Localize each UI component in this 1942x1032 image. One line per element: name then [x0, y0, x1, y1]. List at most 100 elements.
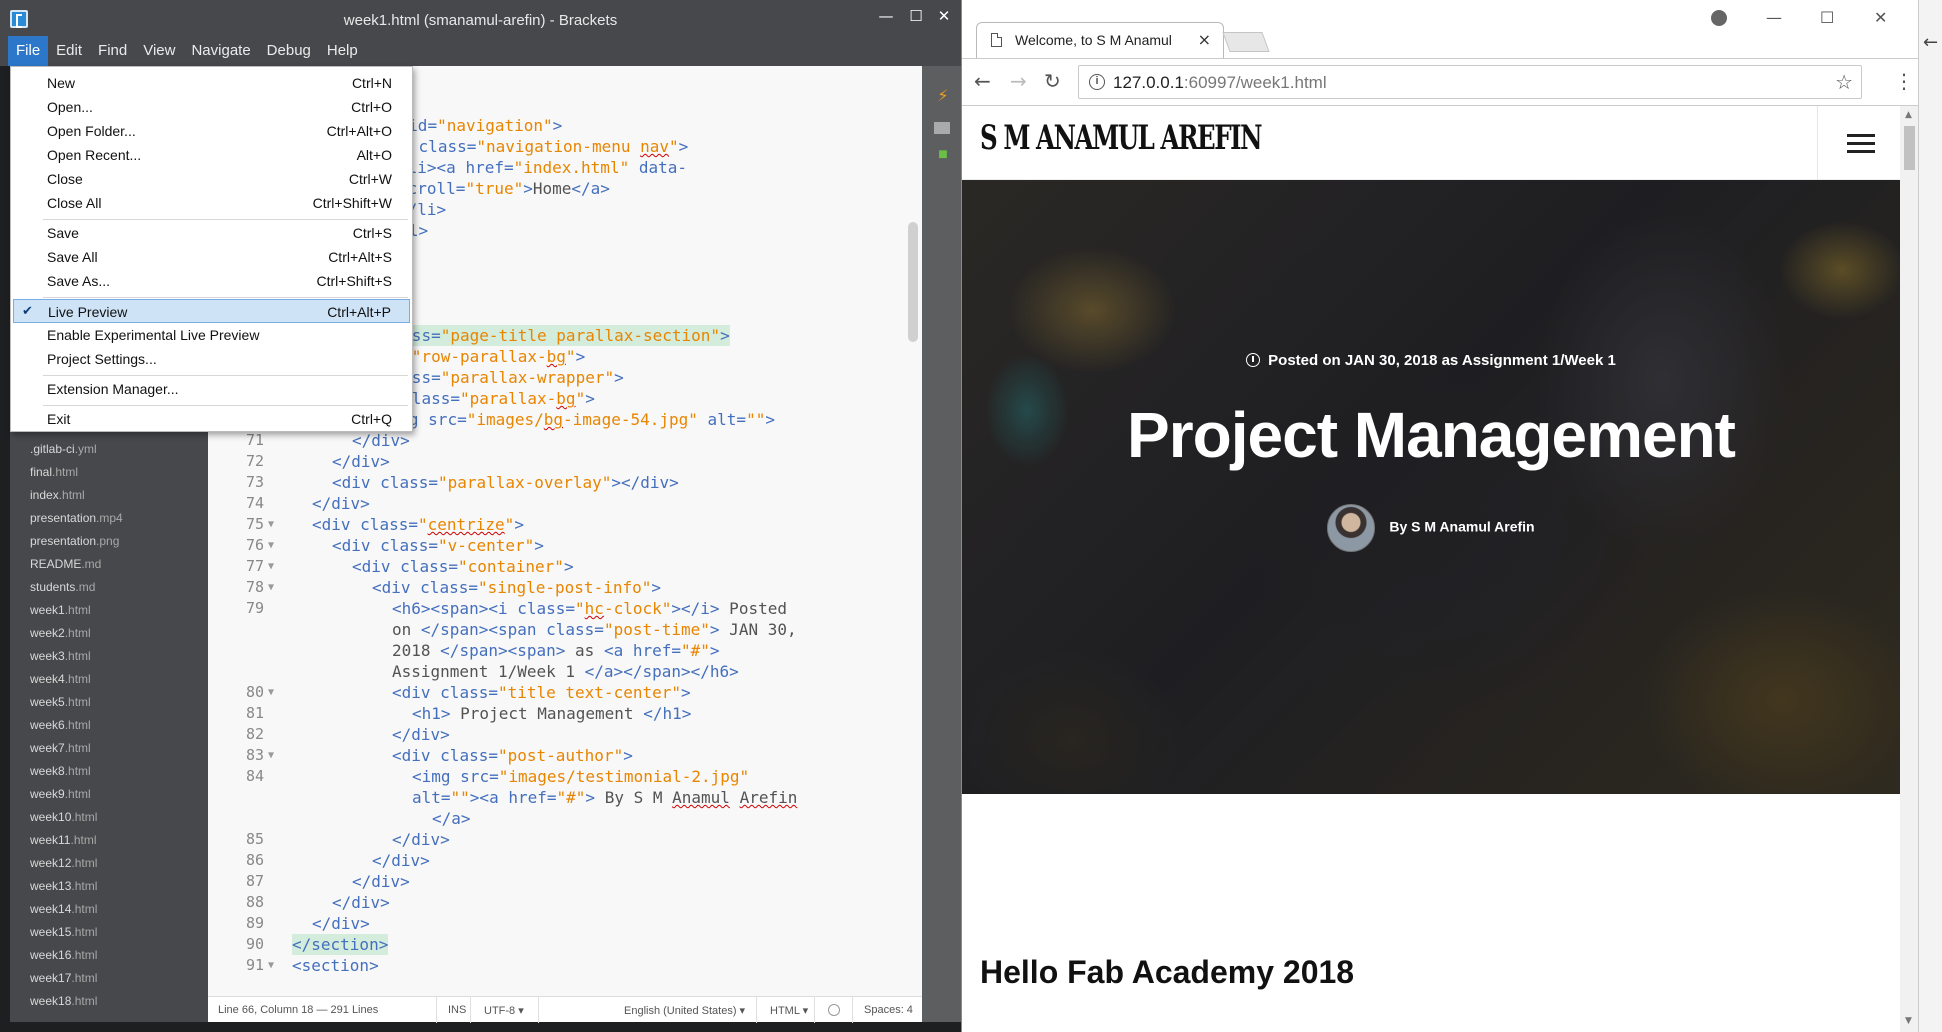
sidebar-file[interactable]: README.md — [30, 553, 101, 575]
file-menu-item[interactable]: Enable Experimental Live Preview — [13, 323, 410, 347]
file-menu-item[interactable]: Open Recent... Alt+O — [13, 143, 410, 167]
menu-navigate[interactable]: Navigate — [183, 36, 258, 66]
code-line[interactable]: 89 </div> — [208, 913, 908, 934]
sidebar-file[interactable]: week6.html — [30, 714, 91, 736]
code-line[interactable]: 86 </div> — [208, 850, 908, 871]
file-menu-item[interactable]: Open... Ctrl+O — [13, 95, 410, 119]
sidebar-file[interactable]: index.html — [30, 484, 85, 506]
code-line[interactable]: 76 ▼ <div class="v-center"> — [208, 535, 908, 556]
code-line[interactable]: 78 ▼ <div class="single-post-info"> — [208, 577, 908, 598]
file-menu-item[interactable]: Save All Ctrl+Alt+S — [13, 245, 410, 269]
sidebar-file[interactable]: presentation.png — [30, 530, 119, 552]
file-menu-item[interactable]: New Ctrl+N — [13, 71, 410, 95]
file-menu-item[interactable]: ✔ Live Preview Ctrl+Alt+P — [13, 299, 410, 323]
code-line[interactable]: 75 ▼ <div class="centrize"> — [208, 514, 908, 535]
sidebar-file[interactable]: week3.html — [30, 645, 91, 667]
code-line[interactable]: 80 ▼ <div class="title text-center"> — [208, 682, 908, 703]
fold-toggle-icon[interactable]: ▼ — [268, 955, 274, 976]
indent-spaces[interactable]: Spaces: 4 — [864, 1004, 913, 1016]
chrome-maximize-icon[interactable]: ☐ — [1820, 8, 1834, 27]
sidebar-file[interactable]: week4.html — [30, 668, 91, 690]
sidebar-file[interactable]: week15.html — [30, 921, 97, 943]
code-line[interactable]: 91 ▼ <section> — [208, 955, 908, 976]
code-line[interactable]: 81 <h1> Project Management </h1> — [208, 703, 908, 724]
code-line[interactable]: </a> — [208, 808, 908, 829]
sidebar-file[interactable]: presentation.mp4 — [30, 507, 123, 529]
sidebar-file[interactable]: week18.html — [30, 990, 97, 1012]
maximize-icon[interactable]: ☐ — [904, 4, 928, 28]
language-select[interactable]: HTML ▾ — [770, 1004, 808, 1017]
insert-mode[interactable]: INS — [448, 1004, 466, 1016]
sidebar-file[interactable]: week5.html — [30, 691, 91, 713]
code-line[interactable]: 72 </div> — [208, 451, 908, 472]
code-line[interactable]: 84 <img src="images/testimonial-2.jpg" — [208, 766, 908, 787]
sidebar-file[interactable]: week8.html — [30, 760, 91, 782]
info-icon[interactable]: i — [1089, 74, 1105, 90]
menu-debug[interactable]: Debug — [259, 36, 319, 66]
code-line[interactable]: 82 </div> — [208, 724, 908, 745]
fold-toggle-icon[interactable]: ▼ — [268, 514, 274, 535]
sidebar-file[interactable]: week12.html — [30, 852, 97, 874]
sidebar-file[interactable]: students.md — [30, 576, 95, 598]
forward-icon[interactable]: → — [1010, 69, 1027, 93]
linter-status-icon[interactable] — [828, 1004, 840, 1016]
sidebar-file[interactable]: week14.html — [30, 898, 97, 920]
sidebar-file[interactable]: week17.html — [30, 967, 97, 989]
reload-icon[interactable]: ↻ — [1044, 69, 1061, 93]
bookmark-star-icon[interactable]: ☆ — [1835, 70, 1853, 94]
tab-close-icon[interactable]: × — [1198, 30, 1211, 49]
fold-toggle-icon[interactable]: ▼ — [268, 535, 274, 556]
hamburger-menu-icon[interactable] — [1817, 106, 1900, 180]
file-menu-item[interactable]: Open Folder... Ctrl+Alt+O — [13, 119, 410, 143]
menu-file[interactable]: File — [8, 36, 49, 66]
code-line[interactable]: 88 </div> — [208, 892, 908, 913]
sidebar-file[interactable]: final.html — [30, 461, 78, 483]
encoding-select[interactable]: UTF-8 ▾ — [484, 1004, 524, 1017]
page-scrollbar[interactable]: ▲ ▼ — [1900, 106, 1919, 1032]
close-icon[interactable]: ✕ — [932, 4, 956, 28]
chrome-close-icon[interactable]: ✕ — [1874, 8, 1887, 27]
code-line[interactable]: 85 </div> — [208, 829, 908, 850]
address-bar[interactable]: i 127.0.0.1:60997/week1.html ☆ — [1078, 65, 1862, 99]
sidebar-file[interactable]: week7.html — [30, 737, 91, 759]
editor-scrollbar[interactable] — [908, 222, 918, 342]
file-menu-item[interactable]: Project Settings... — [13, 347, 410, 371]
live-preview-icon[interactable]: ⚡ — [934, 88, 952, 106]
scroll-up-icon[interactable]: ▲ — [1905, 110, 1912, 120]
sidebar-file[interactable]: week16.html — [30, 944, 97, 966]
code-line[interactable]: Assignment 1/Week 1 </a></span></h6> — [208, 661, 908, 682]
site-logo[interactable]: S M ANAMUL AREFIN — [980, 118, 1263, 158]
fold-toggle-icon[interactable]: ▼ — [268, 577, 274, 598]
sidebar-file[interactable]: week1.html — [30, 599, 91, 621]
code-line[interactable]: 79 <h6><span><i class="hc-clock"></i> Pos… — [208, 598, 908, 619]
file-menu-item[interactable]: Close Ctrl+W — [13, 167, 410, 191]
code-line[interactable]: 83 ▼ <div class="post-author"> — [208, 745, 908, 766]
browser-tab[interactable]: Welcome, to S M Anamul × — [976, 22, 1224, 58]
code-line[interactable]: 73 <div class="parallax-overlay"></div> — [208, 472, 908, 493]
code-line[interactable]: 2018 </span><span> as <a href="#"> — [208, 640, 908, 661]
sidebar-file[interactable]: week11.html — [30, 829, 97, 851]
code-line[interactable]: 87 </div> — [208, 871, 908, 892]
file-menu-item[interactable]: Close All Ctrl+Shift+W — [13, 191, 410, 215]
sidebar-file[interactable]: week2.html — [30, 622, 91, 644]
scroll-thumb[interactable] — [1904, 126, 1915, 170]
back-arrow-icon[interactable]: ← — [1923, 32, 1938, 53]
file-menu-item[interactable]: Save Ctrl+S — [13, 221, 410, 245]
menu-help[interactable]: Help — [319, 36, 366, 66]
fold-toggle-icon[interactable]: ▼ — [268, 745, 274, 766]
fold-toggle-icon[interactable]: ▼ — [268, 556, 274, 577]
chrome-menu-icon[interactable]: ⋮ — [1894, 69, 1914, 93]
extension-manager-icon[interactable] — [934, 118, 952, 136]
code-line[interactable]: 71 </div> — [208, 430, 908, 451]
menu-edit[interactable]: Edit — [48, 36, 90, 66]
file-menu-item[interactable]: Extension Manager... — [13, 377, 410, 401]
file-menu-item[interactable]: Save As... Ctrl+Shift+S — [13, 269, 410, 293]
sidebar-file[interactable]: week9.html — [30, 783, 91, 805]
menu-find[interactable]: Find — [90, 36, 135, 66]
fold-toggle-icon[interactable]: ▼ — [268, 682, 274, 703]
code-line[interactable]: 90 </section> — [208, 934, 908, 955]
sidebar-file[interactable]: week10.html — [30, 806, 97, 828]
profile-icon[interactable] — [1711, 10, 1727, 26]
code-line[interactable]: 77 ▼ <div class="container"> — [208, 556, 908, 577]
scroll-down-icon[interactable]: ▼ — [1905, 1016, 1912, 1026]
